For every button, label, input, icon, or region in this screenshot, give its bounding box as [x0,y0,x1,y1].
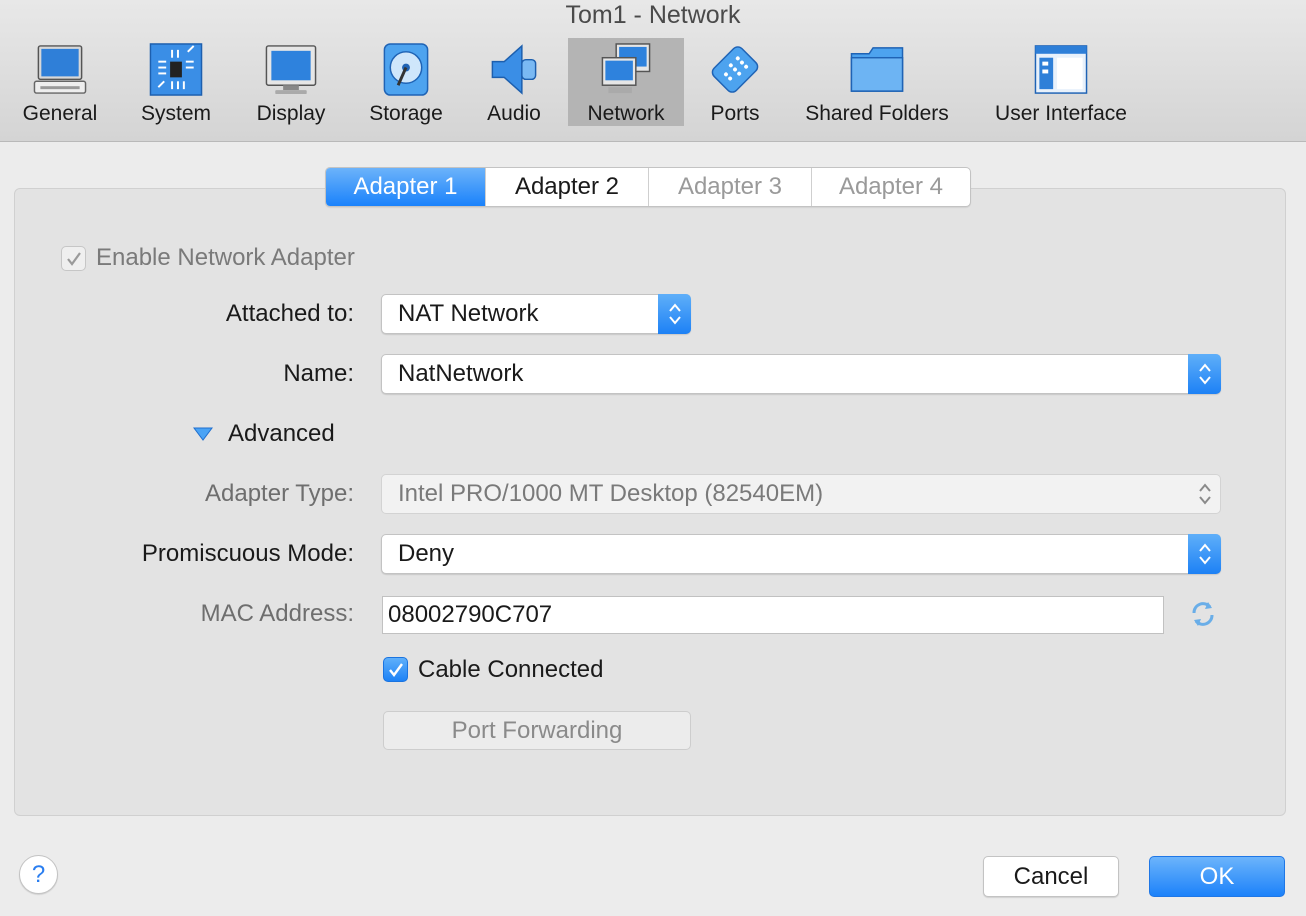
name-select[interactable]: NatNetwork [381,354,1221,394]
toolbar-label: Shared Folders [805,102,949,125]
promiscuous-mode-select[interactable]: Deny [381,534,1221,574]
advanced-disclosure-icon[interactable] [193,426,213,447]
toolbar-label: User Interface [995,102,1127,125]
disk-icon [383,43,429,96]
folder-icon [850,47,904,92]
network-icon [601,43,651,94]
adapter-type-value: Intel PRO/1000 MT Desktop (82540EM) [398,480,824,507]
adapter-type-label: Adapter Type: [205,480,354,507]
ports-icon [711,46,759,93]
tab-adapter-4[interactable]: Adapter 4 [812,168,970,206]
tab-adapter-1[interactable]: Adapter 1 [326,168,486,206]
toolbar-label: Audio [487,102,541,125]
cancel-button[interactable]: Cancel [983,856,1119,897]
toolbar-display[interactable]: Display [248,38,334,126]
cable-connected-label: Cable Connected [418,656,604,683]
display-icon [265,45,317,95]
toolbar-general[interactable]: General [18,38,102,126]
settings-toolbar: Tom1 - Network General System Display St… [0,0,1306,142]
toolbar-label: System [140,102,211,125]
chip-icon [149,43,203,96]
up-down-arrows-icon [1188,354,1221,394]
attached-to-value: NAT Network [398,300,539,327]
toolbar-user-interface[interactable]: User Interface [988,38,1134,126]
toolbar-shared-folders[interactable]: Shared Folders [798,38,956,126]
toolbar-ports[interactable]: Ports [700,38,770,126]
speaker-icon [491,44,537,95]
checkmark-icon [66,251,81,266]
window-title: Tom1 - Network [565,1,741,29]
toolbar-system[interactable]: System [134,38,218,126]
promiscuous-mode-value: Deny [398,540,455,567]
promiscuous-mode-label: Promiscuous Mode: [141,540,354,567]
ok-button[interactable]: OK [1149,856,1285,897]
name-label: Name: [283,360,354,387]
refresh-icon[interactable] [1188,599,1218,634]
up-down-arrows-icon [1188,474,1221,514]
adapter-tabs: Adapter 1 Adapter 2 Adapter 3 Adapter 4 [325,167,971,207]
toolbar-network[interactable]: Network [568,38,684,126]
toolbar-label: Network [587,102,665,125]
window-icon [1034,45,1088,94]
up-down-arrows-icon [1188,534,1221,574]
toolbar-label: Storage [369,102,443,125]
name-value: NatNetwork [398,360,524,387]
enable-adapter-label: Enable Network Adapter [96,244,355,271]
attached-to-select[interactable]: NAT Network [381,294,691,334]
enable-adapter-checkbox[interactable] [61,246,86,271]
toolbar-label: Display [256,102,326,125]
up-down-arrows-icon [658,294,691,334]
attached-to-label: Attached to: [225,300,354,327]
tab-adapter-3[interactable]: Adapter 3 [649,168,812,206]
checkmark-icon [388,662,403,677]
adapter-type-select[interactable]: Intel PRO/1000 MT Desktop (82540EM) [381,474,1221,514]
toolbar-storage[interactable]: Storage [362,38,450,126]
port-forwarding-button[interactable]: Port Forwarding [383,711,691,750]
tab-adapter-2[interactable]: Adapter 2 [486,168,649,206]
advanced-label[interactable]: Advanced [228,420,335,448]
toolbar-audio[interactable]: Audio [478,38,550,126]
toolbar-label: Ports [710,102,760,125]
toolbar-label: General [22,102,98,125]
help-button[interactable]: ? [19,855,58,894]
cable-connected-checkbox[interactable] [383,657,408,682]
monitor-icon [33,45,87,94]
mac-address-field[interactable]: 08002790C707 [382,596,1164,634]
mac-address-label: MAC Address: [200,600,354,627]
